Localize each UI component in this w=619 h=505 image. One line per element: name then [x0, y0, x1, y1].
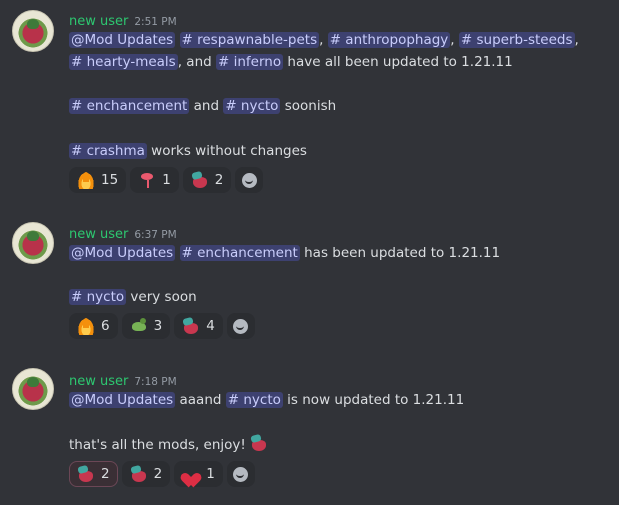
- channel-mention[interactable]: # nycto: [69, 289, 127, 305]
- text: have all been updated to 1.21.11: [287, 54, 513, 70]
- reaction-custom[interactable]: 2: [121, 461, 171, 487]
- channel-mention[interactable]: # hearty-meals: [69, 54, 178, 70]
- reaction-custom[interactable]: 4: [174, 313, 223, 339]
- fire-icon: [77, 171, 95, 189]
- username[interactable]: new user: [69, 227, 128, 242]
- custom-mod-icon: [130, 465, 148, 483]
- channel-mention[interactable]: # inferno: [216, 54, 284, 70]
- text: aaand: [179, 392, 222, 408]
- channel-mention[interactable]: # enchancement: [69, 98, 190, 114]
- text: works without changes: [151, 143, 307, 159]
- role-mention[interactable]: @Mod Updates: [69, 32, 176, 48]
- text: soonish: [284, 98, 337, 114]
- reaction-heart[interactable]: 1: [174, 461, 223, 487]
- message-line: # hearty-meals, and # inferno have all b…: [69, 52, 513, 72]
- text: ,: [450, 32, 455, 48]
- channel-mention[interactable]: # nycto: [225, 392, 283, 408]
- add-reaction-button[interactable]: [226, 461, 255, 487]
- reaction-flamingo[interactable]: 1: [130, 167, 179, 193]
- user-avatar[interactable]: [12, 222, 54, 264]
- smile-icon: [233, 318, 249, 334]
- reaction-count: 2: [214, 172, 224, 188]
- reaction-count: 4: [206, 318, 215, 334]
- text: ,: [319, 32, 324, 48]
- message-line: # nycto very soon: [69, 287, 197, 307]
- reaction-fire[interactable]: 6: [69, 313, 118, 339]
- channel-mention[interactable]: # enchancement: [179, 245, 300, 261]
- text: ,: [574, 32, 579, 48]
- reactions-bar: 2 2 1: [69, 461, 255, 489]
- add-reaction-button[interactable]: [226, 313, 255, 339]
- role-mention[interactable]: @Mod Updates: [69, 392, 176, 408]
- custom-mod-icon: [191, 171, 209, 189]
- channel-mention[interactable]: # superb-steeds: [458, 32, 575, 48]
- channel-mention[interactable]: # nycto: [223, 98, 281, 114]
- custom-mod-icon: [250, 434, 270, 452]
- text: that's all the mods, enjoy!: [69, 437, 246, 453]
- custom-mod-icon: [77, 465, 95, 483]
- text: very soon: [130, 289, 197, 305]
- role-mention[interactable]: @Mod Updates: [69, 245, 176, 261]
- message-line: @Mod Updates # respawnable-pets, # anthr…: [69, 30, 579, 50]
- channel-mention[interactable]: # anthropophagy: [327, 32, 451, 48]
- username[interactable]: new user: [69, 374, 128, 389]
- reactions-bar: 15 1 2: [69, 167, 264, 195]
- message-header: new user 6:37 PM: [69, 223, 177, 242]
- username[interactable]: new user: [69, 14, 128, 29]
- reaction-count: 1: [162, 172, 171, 188]
- flamingo-icon: [138, 171, 156, 189]
- text: , and: [177, 54, 212, 70]
- reaction-custom-active[interactable]: 2: [69, 461, 118, 487]
- reaction-count: 2: [153, 466, 163, 482]
- reaction-fire[interactable]: 15: [69, 167, 127, 193]
- timestamp[interactable]: 7:18 PM: [134, 376, 176, 388]
- reaction-dinosaur[interactable]: 3: [121, 313, 171, 339]
- text: is now updated to 1.21.11: [287, 392, 465, 408]
- dinosaur-icon: [130, 317, 148, 335]
- message-line: @Mod Updates aaand # nycto is now update…: [69, 390, 464, 410]
- timestamp[interactable]: 2:51 PM: [134, 16, 176, 28]
- smile-icon: [241, 172, 257, 188]
- smile-icon: [233, 466, 249, 482]
- text: has been updated to 1.21.11: [304, 245, 501, 261]
- message-line: that's all the mods, enjoy!: [69, 434, 270, 455]
- reactions-bar: 6 3 4: [69, 313, 255, 341]
- reaction-count: 2: [101, 466, 110, 482]
- message-line: # crashma works without changes: [69, 141, 307, 161]
- message-line: @Mod Updates # enchancement has been upd…: [69, 243, 500, 263]
- reaction-count: 3: [153, 318, 163, 334]
- reaction-count: 6: [101, 318, 110, 334]
- reaction-count: 1: [206, 466, 215, 482]
- timestamp[interactable]: 6:37 PM: [134, 229, 176, 241]
- user-avatar[interactable]: [12, 368, 54, 410]
- channel-mention[interactable]: # respawnable-pets: [179, 32, 320, 48]
- custom-mod-icon: [182, 317, 200, 335]
- heart-icon: [182, 465, 200, 483]
- message-header: new user 2:51 PM: [69, 10, 177, 29]
- add-reaction-button[interactable]: [235, 167, 264, 193]
- text: and: [193, 98, 220, 114]
- reaction-count: 15: [101, 172, 119, 188]
- message-header: new user 7:18 PM: [69, 370, 177, 389]
- channel-mention[interactable]: # crashma: [69, 143, 147, 159]
- message-line: # enchancement and # nycto soonish: [69, 96, 336, 116]
- reaction-custom[interactable]: 2: [182, 167, 232, 193]
- user-avatar[interactable]: [12, 10, 54, 52]
- fire-icon: [77, 317, 95, 335]
